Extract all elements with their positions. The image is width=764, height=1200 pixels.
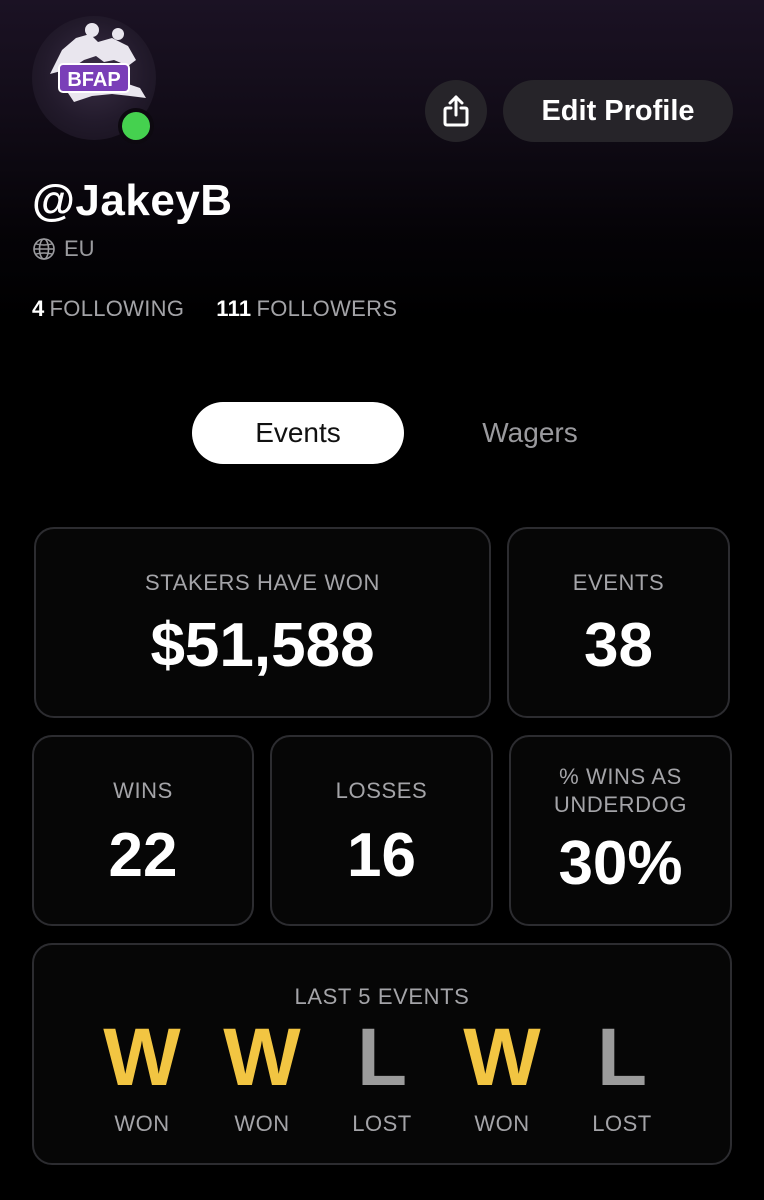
last-5-results: W WON W WON L LOST W WON L LOST: [92, 1017, 672, 1137]
stakers-won-label: STAKERS HAVE WON: [145, 570, 380, 595]
wins-label: WINS: [113, 778, 173, 803]
result-letter: W: [463, 1012, 541, 1103]
underdog-label-line2: UNDERDOG: [553, 792, 688, 817]
underdog-label-line1: % WINS AS: [559, 764, 682, 789]
following-link[interactable]: 4 FOLLOWING: [32, 296, 184, 322]
avatar-logo-text: BFAP: [67, 69, 120, 91]
result-text: WON: [234, 1111, 290, 1136]
tab-wagers[interactable]: Wagers: [424, 402, 636, 464]
result-item: L LOST: [572, 1017, 672, 1137]
stakers-won-value: $51,588: [150, 611, 375, 680]
result-letter: W: [223, 1012, 301, 1103]
following-count: 4: [32, 296, 45, 321]
globe-icon: [32, 237, 56, 261]
last-5-events-label: LAST 5 EVENTS: [294, 984, 470, 1009]
edit-profile-button[interactable]: Edit Profile: [503, 80, 733, 142]
events-label: EVENTS: [572, 570, 665, 595]
result-letter: L: [356, 1012, 408, 1103]
last-5-events-card: LAST 5 EVENTS W WON W WON L LOST W WON L…: [32, 943, 732, 1165]
result-item: W WON: [212, 1017, 312, 1137]
wins-card: WINS 22: [32, 735, 254, 926]
underdog-wins-card: % WINS AS UNDERDOG 30%: [509, 735, 732, 926]
result-item: W WON: [452, 1017, 552, 1137]
username: @JakeyB: [32, 176, 233, 225]
result-item: L LOST: [332, 1017, 432, 1137]
tab-events[interactable]: Events: [192, 402, 404, 464]
result-text: WON: [474, 1111, 530, 1136]
losses-card: LOSSES 16: [270, 735, 493, 926]
result-item: W WON: [92, 1017, 192, 1137]
share-icon: [443, 95, 469, 127]
events-value: 38: [584, 611, 653, 680]
result-letter: W: [103, 1012, 181, 1103]
wins-value: 22: [108, 821, 178, 890]
region: EU: [32, 236, 95, 262]
result-text: LOST: [592, 1111, 652, 1136]
share-button[interactable]: [425, 80, 487, 142]
result-text: LOST: [352, 1111, 412, 1136]
underdog-value: 30%: [558, 829, 683, 898]
result-letter: L: [596, 1012, 648, 1103]
followers-label: FOLLOWERS: [256, 296, 398, 321]
stakers-won-card: STAKERS HAVE WON $51,588: [34, 527, 491, 718]
region-label: EU: [64, 236, 95, 261]
result-text: WON: [114, 1111, 170, 1136]
follow-stats: 4 FOLLOWING 111 FOLLOWERS: [32, 296, 397, 322]
online-status-dot: [118, 108, 154, 144]
events-card: EVENTS 38: [507, 527, 730, 718]
losses-value: 16: [347, 821, 416, 890]
followers-link[interactable]: 111 FOLLOWERS: [216, 296, 397, 322]
losses-label: LOSSES: [335, 778, 428, 803]
profile-screen: BFAP Edit Profile @JakeyB EU 4 FOLLOWING…: [0, 0, 764, 1200]
following-label: FOLLOWING: [49, 296, 185, 321]
followers-count: 111: [216, 296, 252, 321]
